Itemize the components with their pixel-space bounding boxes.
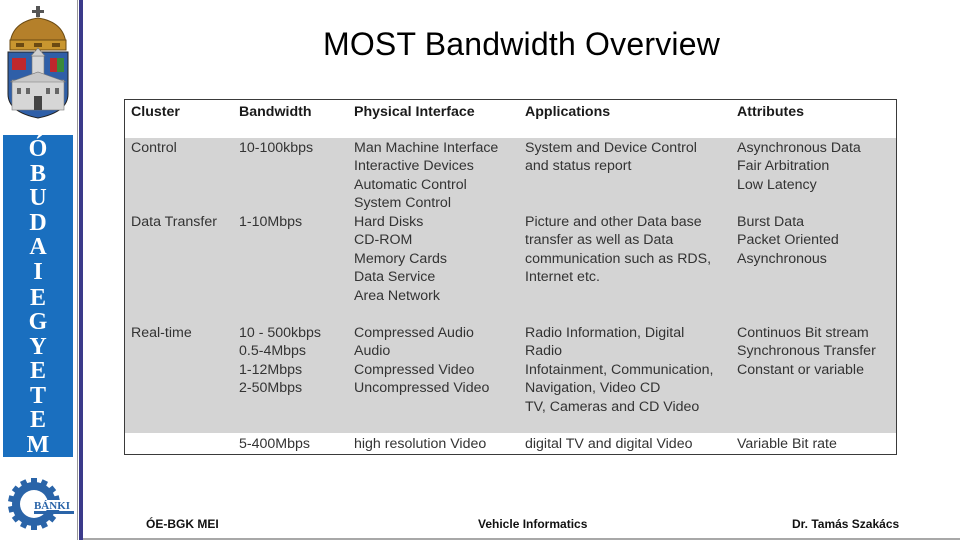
cell-line: Man Machine Interface	[354, 140, 499, 156]
cell-line: Uncompressed Video	[354, 380, 490, 397]
cell-line: Variable Bit rate	[737, 436, 837, 452]
cell-attributes: Burst Data Packet Oriented Asynchronous	[737, 213, 839, 268]
cell-line: Compressed Audio	[354, 325, 474, 341]
footer-right: Dr. Tamás Szakács	[792, 517, 900, 531]
university-letter: Ó	[28, 136, 48, 162]
cell-line: Compressed Video	[354, 361, 475, 378]
university-letter: I	[33, 258, 43, 285]
cell-physical-interface: high resolution Video	[354, 435, 486, 453]
header-physical-interface: Physical Interface	[354, 104, 475, 120]
gear-tooth	[31, 522, 37, 530]
cell-line: 0.5-4Mbps	[239, 343, 307, 360]
cell-attributes: Continuos Bit stream Synchronous Transfer…	[737, 324, 876, 379]
banki-logo-text: BÁNKI	[34, 500, 70, 512]
cell-line: Fair Arbitration	[737, 158, 830, 175]
cell-cluster: Control	[131, 139, 177, 157]
sidebar-divider-gray	[77, 0, 78, 540]
cell-applications: System and Device Control and status repo…	[525, 139, 697, 176]
cell-line: Radio Information, Digital	[525, 325, 685, 341]
footer-center: Vehicle Informatics	[478, 517, 588, 531]
cell-line: 5-400Mbps	[239, 436, 310, 452]
university-crest-icon	[7, 6, 69, 119]
cell-physical-interface: Man Machine Interface Interactive Devices…	[354, 139, 498, 213]
cell-line: System Control	[354, 195, 451, 212]
university-letter: G	[28, 309, 48, 335]
header-bandwidth: Bandwidth	[239, 104, 312, 120]
cell-line: 10-100kbps	[239, 140, 314, 156]
cell-line: CD-ROM	[354, 232, 413, 249]
cell-line: Picture and other Data base	[525, 214, 702, 230]
header-attributes: Attributes	[737, 104, 804, 120]
cell-line: Hard Disks	[354, 214, 424, 230]
cell-applications: Picture and other Data base transfer as w…	[525, 213, 711, 287]
footer-left: ÓE-BGK MEI	[146, 517, 219, 531]
sidebar-divider-navy	[79, 0, 83, 540]
cell-bandwidth: 5-400Mbps	[239, 435, 310, 453]
cell-physical-interface: Compressed Audio Audio Compressed Video Unc…	[354, 324, 489, 398]
cell-line: high resolution Video	[354, 436, 487, 452]
gear-tooth	[31, 478, 37, 486]
cell-line: TV, Cameras and CD Video	[525, 398, 700, 415]
cell-line: Memory Cards	[354, 250, 448, 267]
cell-applications: digital TV and digital Video	[525, 435, 692, 453]
cell-applications: Radio Information, Digital Radio Infotainm…	[525, 324, 713, 416]
cell-line: Area Network	[354, 287, 440, 304]
header-applications: Applications	[525, 104, 611, 120]
cell-bandwidth: 10-100kbps	[239, 139, 313, 157]
university-letter: E	[29, 284, 46, 311]
university-letter: Y	[29, 333, 47, 360]
banki-logo-icon: BÁNKI	[7, 478, 74, 530]
university-letter: B	[29, 160, 46, 187]
slide-title: MOST Bandwidth Overview	[322, 26, 721, 62]
university-letter: M	[26, 431, 50, 458]
sidebar: ÓBUDAIEGYETEM BÁNKI	[0, 0, 77, 540]
cell-line: Radio	[525, 343, 563, 360]
cell-line: Interactive Devices	[354, 158, 474, 175]
university-letter: D	[29, 209, 47, 236]
cell-bandwidth: 1-10Mbps	[239, 213, 302, 231]
university-name-band: ÓBUDAIEGYETEM	[3, 135, 73, 457]
cell-line: Data Service	[354, 269, 436, 286]
cell-cluster: Data Transfer	[131, 213, 217, 231]
cell-attributes: Asynchronous Data Fair Arbitration Low Lat…	[737, 139, 861, 194]
header-cluster: Cluster	[131, 104, 180, 120]
cell-line: digital TV and digital Video	[525, 436, 693, 452]
cell-line: 1-10Mbps	[239, 214, 303, 230]
cell-line: Continuos Bit stream	[737, 325, 869, 341]
cell-line: Synchronous Transfer	[737, 343, 876, 360]
cell-line: Control	[131, 140, 177, 156]
cell-line: Navigation, Video CD	[525, 380, 661, 397]
cell-line: Low Latency	[737, 176, 817, 193]
university-letter: E	[29, 407, 46, 433]
cell-line: Internet etc.	[525, 269, 600, 286]
cell-line: transfer as well as Data	[525, 232, 674, 249]
cell-line: System and Device Control	[525, 140, 697, 156]
cell-physical-interface: Hard Disks CD-ROM Memory Cards Data Service…	[354, 213, 447, 305]
cell-line: 1-12Mbps	[239, 361, 303, 378]
cell-line: Burst Data	[737, 214, 805, 230]
cell-cluster: Real-time	[131, 324, 192, 342]
cell-line: Audio	[354, 343, 391, 360]
university-letter: T	[29, 382, 46, 409]
cell-line: Asynchronous Data	[737, 140, 861, 156]
cell-line: Constant or variable	[737, 361, 864, 378]
bandwidth-table: Cluster Bandwidth Physical Interface App…	[124, 99, 897, 455]
cell-line: Packet Oriented	[737, 232, 839, 249]
cell-line: Infotainment, Communication,	[525, 361, 714, 378]
cell-line: Real-time	[131, 325, 192, 341]
cell-attributes: Variable Bit rate	[737, 435, 837, 453]
cell-line: 2-50Mbps	[239, 380, 303, 397]
cell-line: and status report	[525, 158, 632, 175]
cell-line: Automatic Control	[354, 176, 467, 193]
cell-line: Asynchronous	[737, 250, 827, 267]
cell-line: Data Transfer	[131, 214, 217, 230]
cell-bandwidth: 10 - 500kbps 0.5-4Mbps 1-12Mbps 2-50Mbps	[239, 324, 321, 398]
cell-line: communication such as RDS,	[525, 250, 712, 267]
cell-line: 10 - 500kbps	[239, 325, 322, 341]
university-letter: E	[29, 358, 46, 384]
university-letter: U	[29, 185, 47, 211]
university-letter: A	[29, 234, 47, 260]
